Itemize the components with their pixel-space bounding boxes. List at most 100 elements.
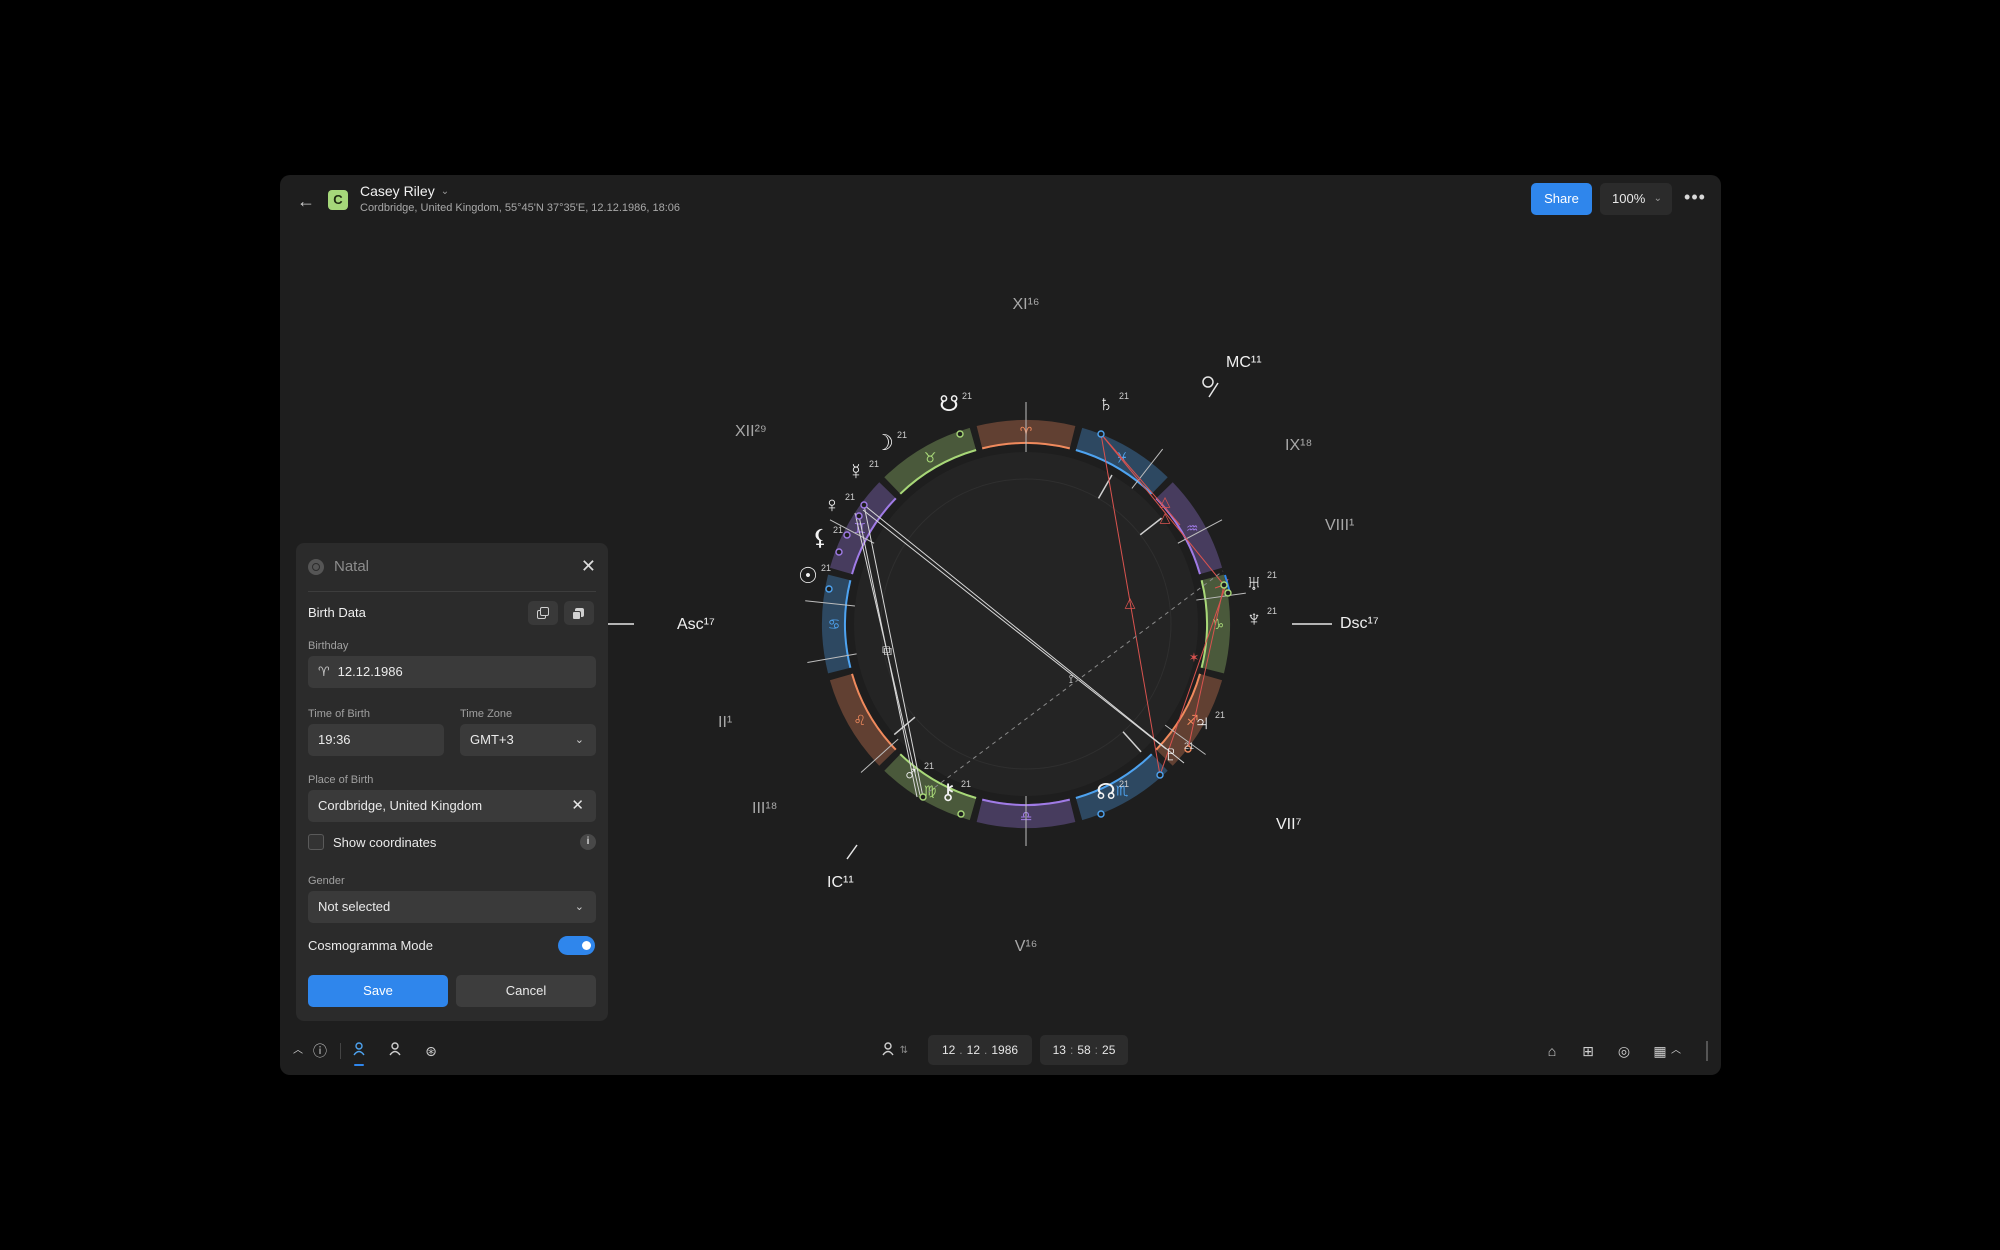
aspect-endpoint-dot [957, 810, 965, 818]
house-label-v: V¹⁶ [1015, 938, 1038, 955]
info-circle-icon[interactable]: ⓘ [310, 1041, 330, 1061]
close-icon[interactable]: ✕ [581, 556, 596, 577]
sun-degree: 21 [821, 563, 831, 573]
chevron-down-icon: ⌄ [574, 734, 584, 746]
person-icon-svg [353, 1042, 365, 1056]
time-minutes: 58 [1077, 1043, 1091, 1057]
place-label: Place of Birth [308, 774, 374, 786]
gender-label: Gender [308, 875, 345, 887]
chevron-down-icon: ⌄ [574, 901, 584, 913]
duplicate-button[interactable] [564, 601, 594, 625]
time-field[interactable]: 19:36 [308, 724, 444, 756]
house-label-xi: XI¹⁶ [1012, 296, 1039, 313]
place-field[interactable]: Cordbridge, United Kingdom ✕ [308, 790, 596, 822]
north-node-degree: 21 [1119, 779, 1129, 789]
person-outline-icon[interactable] [385, 1041, 405, 1061]
zodiac-sign-icon: ♉ [924, 450, 937, 466]
aspect-endpoint-dot [1097, 430, 1105, 438]
gender-select[interactable]: Not selected ⌄ [308, 891, 596, 923]
panel-title: Natal [334, 558, 370, 575]
mercury-icon: ☿ [848, 459, 865, 484]
divider [340, 1043, 341, 1059]
mc-marker-icon [1202, 376, 1214, 388]
house-label-viii: VIII¹ [1325, 517, 1354, 534]
divider [308, 591, 596, 592]
chiron-icon: ⚷ [940, 779, 956, 804]
zodiac-ring: ♈♓♒♑♐♏♎♍♌♋♊♉ [822, 420, 1230, 828]
date-year: 1986 [991, 1043, 1019, 1057]
time-seconds: 25 [1102, 1043, 1116, 1057]
copy-button[interactable] [528, 601, 558, 625]
mars-icon: ♂ [903, 761, 920, 786]
target-icon[interactable]: ◎ [1614, 1041, 1634, 1061]
aspect-endpoint-dot [825, 585, 833, 593]
time-hours: 13 [1052, 1043, 1066, 1057]
table-icon[interactable]: ⊞ [1578, 1041, 1598, 1061]
person-icon[interactable] [349, 1041, 369, 1061]
house-label-ii: II¹ [718, 714, 732, 731]
chevron-up-icon[interactable]: ︿ [288, 1041, 308, 1061]
zodiac-sign-icon: ♑ [1212, 616, 1225, 632]
place-value: Cordbridge, United Kingdom [318, 798, 483, 813]
ic-label: IC¹¹ [827, 874, 854, 891]
save-button[interactable]: Save [308, 975, 448, 1007]
dsc-label: Dsc¹⁷ [1340, 615, 1379, 632]
mc-axis-line [1208, 382, 1219, 398]
aspect-endpoint-dot [1224, 589, 1232, 597]
lilith-degree: 21 [833, 525, 843, 535]
pluto-icon: ♇ [1163, 741, 1180, 766]
jupiter-degree: 21 [1215, 710, 1225, 720]
venus-degree: 21 [845, 492, 855, 502]
aspect-endpoint-dot [843, 531, 851, 539]
north-node-icon: ☊ [1096, 779, 1116, 804]
chiron-degree: 21 [961, 779, 971, 789]
cancel-button[interactable]: Cancel [456, 975, 596, 1007]
chevron-up-icon[interactable]: ︿ [1666, 1041, 1686, 1061]
aspect-endpoint-dot [1097, 810, 1105, 818]
timezone-value: GMT+3 [470, 732, 514, 747]
center-icon: ⟟ [1069, 672, 1073, 686]
aspect-endpoint-dot [855, 512, 863, 520]
birthday-value: 12.12.1986 [337, 664, 403, 679]
saturn-degree: 21 [1119, 391, 1129, 401]
home-icon[interactable]: ⌂ [1542, 1041, 1562, 1061]
date-day: 12 [941, 1043, 956, 1057]
square-icon: ⧉ [882, 642, 892, 658]
zodiac-sign-icon: ♋ [828, 616, 841, 632]
cosmogramma-label: Cosmogramma Mode [308, 938, 433, 953]
aspect-endpoint-dot [919, 793, 927, 801]
birthday-label: Birthday [308, 640, 349, 652]
cosmogramma-toggle[interactable] [558, 936, 595, 955]
clear-icon[interactable]: ✕ [571, 790, 584, 822]
aspect-endpoint-dot [1220, 581, 1228, 589]
date-field[interactable]: 12. 12. 1986 [928, 1035, 1032, 1065]
trine-icon: △ [1125, 594, 1136, 610]
gender-value: Not selected [318, 899, 391, 914]
date-month: 12 [966, 1043, 980, 1057]
sun-icon: ☉ [798, 563, 818, 588]
time-stepper[interactable]: 13: 58: 25 [1040, 1035, 1128, 1065]
aspect-endpoint-dot [956, 430, 964, 438]
duplicate-icon-back [572, 611, 581, 620]
mars-degree: 21 [924, 761, 934, 771]
timezone-select[interactable]: GMT+3 ⌄ [460, 724, 596, 756]
house-label-ix: IX¹⁸ [1285, 437, 1312, 454]
copy-icon-front [540, 607, 549, 616]
natal-panel: Natal ✕ Birth Data Birthday ♈ 12.12.1986 … [296, 543, 608, 1021]
sextile-icon: ✶ [1189, 650, 1200, 665]
uranus-degree: 21 [1267, 570, 1277, 580]
show-coordinates-label: Show coordinates [333, 835, 437, 850]
aspect-endpoint-dot [860, 501, 868, 509]
resize-handle[interactable] [1706, 1041, 1708, 1061]
house-label-vii: VII⁷ [1276, 816, 1302, 833]
asc-label: Asc¹⁷ [677, 616, 715, 633]
zodiac-sign-icon: ♌ [853, 712, 866, 728]
currency-icon[interactable]: ⊛ [421, 1041, 441, 1061]
show-coordinates-checkbox[interactable] [308, 834, 324, 850]
birthday-field[interactable]: ♈ 12.12.1986 [308, 656, 596, 688]
info-icon[interactable]: i [580, 834, 596, 850]
venus-icon: ♀ [824, 492, 841, 517]
ic-axis-line [846, 844, 858, 860]
timezone-label: Time Zone [460, 708, 513, 720]
updown-icon[interactable]: ⇅ [894, 1041, 914, 1061]
